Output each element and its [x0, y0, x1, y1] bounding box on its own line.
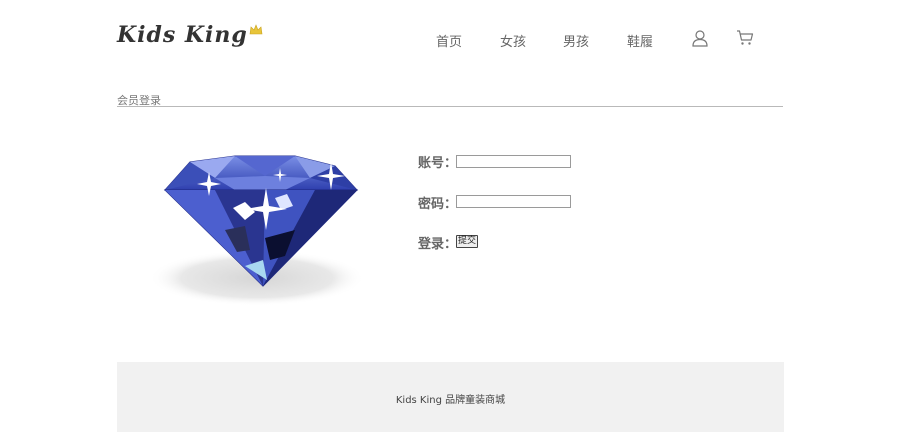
- cart-icon[interactable]: [736, 29, 754, 47]
- password-input[interactable]: [456, 195, 571, 208]
- account-label: 账号：: [418, 156, 458, 171]
- diamond-image: [149, 155, 365, 306]
- nav-boys[interactable]: 男孩: [563, 31, 589, 50]
- account-input[interactable]: [456, 155, 571, 168]
- nav-home[interactable]: 首页: [436, 31, 462, 50]
- footer-text: Kids King 品牌童装商城: [395, 395, 506, 406]
- nav-girls[interactable]: 女孩: [500, 31, 526, 50]
- nav-shoes[interactable]: 鞋履: [627, 31, 653, 50]
- user-icon[interactable]: [691, 29, 709, 47]
- login-label: 登录：: [418, 237, 458, 252]
- password-label: 密码：: [418, 197, 458, 212]
- submit-button[interactable]: 提交: [456, 235, 479, 248]
- footer: Kids King 品牌童装商城: [117, 362, 784, 432]
- section-divider: [117, 106, 783, 107]
- main-nav: 首页 女孩 男孩 鞋履: [0, 31, 900, 51]
